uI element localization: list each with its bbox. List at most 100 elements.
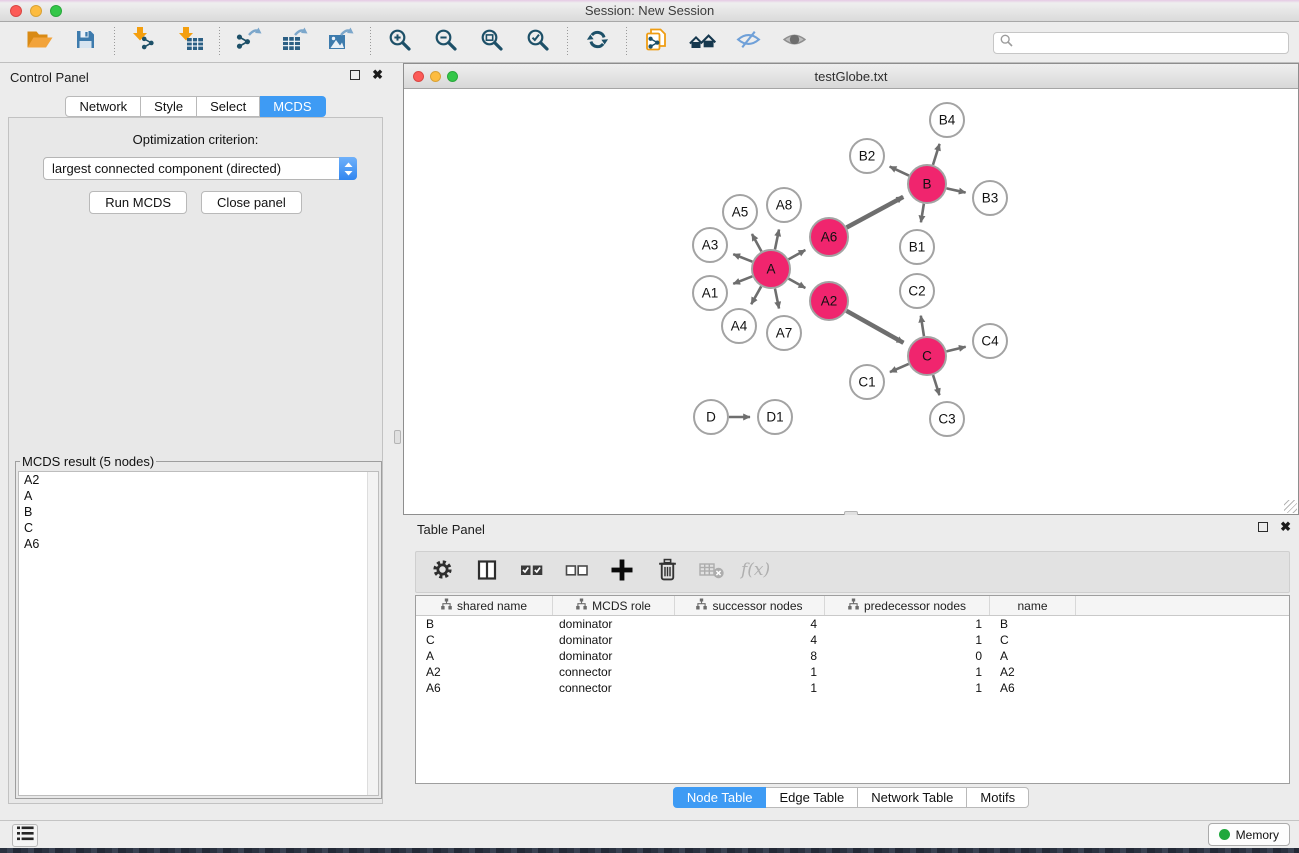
node-A4[interactable]: A4 xyxy=(722,309,756,343)
delete-table-button[interactable] xyxy=(698,558,726,586)
node-A[interactable]: A xyxy=(752,250,790,288)
edge-B-B1[interactable] xyxy=(921,204,924,223)
zoom-selected-button[interactable] xyxy=(521,27,555,57)
edge-B-B4[interactable] xyxy=(933,144,940,165)
table-tab-node-table[interactable]: Node Table xyxy=(673,787,767,808)
table-row[interactable]: Cdominator41C xyxy=(416,632,1289,648)
edge-C-C3[interactable] xyxy=(933,375,939,395)
home-network-button[interactable] xyxy=(685,27,719,57)
edge-A-A2[interactable] xyxy=(789,279,806,288)
save-button[interactable] xyxy=(68,27,102,57)
node-D[interactable]: D xyxy=(694,400,728,434)
float-panel-icon[interactable] xyxy=(350,70,360,80)
node-C3[interactable]: C3 xyxy=(930,402,964,436)
edge-B-B3[interactable] xyxy=(947,188,966,192)
show-details-button[interactable] xyxy=(777,27,811,57)
import-table-button[interactable] xyxy=(173,27,207,57)
result-item-a6[interactable]: A6 xyxy=(19,536,378,552)
zoom-in-button[interactable] xyxy=(383,27,417,57)
table-row[interactable]: A6connector11A6 xyxy=(416,680,1289,696)
edge-C-C4[interactable] xyxy=(946,347,965,352)
edge-C-C1[interactable] xyxy=(890,364,909,372)
tab-style[interactable]: Style xyxy=(141,96,197,117)
column-header-shared-name[interactable]: shared name xyxy=(416,596,553,615)
delete-button[interactable] xyxy=(653,558,681,586)
table-tab-edge-table[interactable]: Edge Table xyxy=(766,787,858,808)
close-panel-icon[interactable]: ✖ xyxy=(372,70,383,80)
result-scrollbar[interactable] xyxy=(367,472,378,795)
table-tab-motifs[interactable]: Motifs xyxy=(967,787,1029,808)
node-B2[interactable]: B2 xyxy=(850,139,884,173)
select-all-button[interactable] xyxy=(518,558,546,586)
edge-A-A5[interactable] xyxy=(752,234,762,251)
table-row[interactable]: A2connector11A2 xyxy=(416,664,1289,680)
close-table-panel-icon[interactable]: ✖ xyxy=(1280,522,1291,532)
node-A3[interactable]: A3 xyxy=(693,228,727,262)
edge-A-A6[interactable] xyxy=(789,250,806,259)
resize-grip[interactable] xyxy=(1284,500,1297,513)
run-mcds-button[interactable]: Run MCDS xyxy=(89,191,187,214)
result-item-a[interactable]: A xyxy=(19,488,378,504)
memory-button[interactable]: Memory xyxy=(1208,823,1290,846)
export-image-button[interactable] xyxy=(324,27,358,57)
import-network-button[interactable] xyxy=(127,27,161,57)
edge-A-A8[interactable] xyxy=(775,229,779,249)
network-graph-canvas[interactable]: B4 B2 B B3 B1 A5 A8 A6 A3 A A1 A2 C2 A4 A7 C C4 C1 C3 D D1 xyxy=(404,89,1298,514)
node-D1[interactable]: D1 xyxy=(758,400,792,434)
node-A7[interactable]: A7 xyxy=(767,316,801,350)
columns-button[interactable] xyxy=(473,558,501,586)
function-button[interactable]: f(x) xyxy=(743,558,771,586)
edge-A-A4[interactable] xyxy=(751,286,761,304)
task-history-button[interactable] xyxy=(12,824,38,847)
column-header-name[interactable]: name xyxy=(990,596,1076,615)
export-network-button[interactable] xyxy=(232,27,266,57)
table-row[interactable]: Adominator80A xyxy=(416,648,1289,664)
edge-A6-B[interactable] xyxy=(847,197,904,228)
add-button[interactable] xyxy=(608,558,636,586)
table-tab-network-table[interactable]: Network Table xyxy=(858,787,967,808)
node-B4[interactable]: B4 xyxy=(930,103,964,137)
unselect-all-button[interactable] xyxy=(563,558,591,586)
float-table-panel-icon[interactable] xyxy=(1258,522,1268,532)
table-row[interactable]: Bdominator41B xyxy=(416,616,1289,632)
node-C[interactable]: C xyxy=(908,337,946,375)
edge-A-A7[interactable] xyxy=(775,289,779,309)
vertical-divider-handle[interactable] xyxy=(394,430,401,444)
node-B[interactable]: B xyxy=(908,165,946,203)
open-folder-button[interactable] xyxy=(22,27,56,57)
result-item-b[interactable]: B xyxy=(19,504,378,520)
criterion-dropdown[interactable]: largest connected component (directed) xyxy=(43,157,357,180)
node-A5[interactable]: A5 xyxy=(723,195,757,229)
search-input[interactable] xyxy=(1017,36,1288,50)
column-header-predecessor-nodes[interactable]: predecessor nodes xyxy=(825,596,990,615)
node-B1[interactable]: B1 xyxy=(900,230,934,264)
column-header-successor-nodes[interactable]: successor nodes xyxy=(675,596,825,615)
tab-select[interactable]: Select xyxy=(197,96,260,117)
node-C1[interactable]: C1 xyxy=(850,365,884,399)
result-item-c[interactable]: C xyxy=(19,520,378,536)
export-table-button[interactable] xyxy=(278,27,312,57)
zoom-out-button[interactable] xyxy=(429,27,463,57)
node-C2[interactable]: C2 xyxy=(900,274,934,308)
node-A8[interactable]: A8 xyxy=(767,188,801,222)
node-C4[interactable]: C4 xyxy=(973,324,1007,358)
node-A6[interactable]: A6 xyxy=(810,218,848,256)
edge-A2-C[interactable] xyxy=(846,311,903,343)
node-A2[interactable]: A2 xyxy=(810,282,848,320)
node-B3[interactable]: B3 xyxy=(973,181,1007,215)
column-header-mcds-role[interactable]: MCDS role xyxy=(553,596,675,615)
tab-mcds[interactable]: MCDS xyxy=(260,96,325,117)
tab-network[interactable]: Network xyxy=(65,96,141,117)
hide-details-button[interactable] xyxy=(731,27,765,57)
clone-network-button[interactable] xyxy=(639,27,673,57)
refresh-button[interactable] xyxy=(580,27,614,57)
close-panel-button[interactable]: Close panel xyxy=(201,191,302,214)
edge-A-A3[interactable] xyxy=(733,254,752,262)
edge-A-A1[interactable] xyxy=(733,276,752,284)
edge-C-C2[interactable] xyxy=(921,316,924,337)
node-A1[interactable]: A1 xyxy=(693,276,727,310)
edge-B-B2[interactable] xyxy=(890,167,909,176)
result-item-a2[interactable]: A2 xyxy=(19,472,378,488)
zoom-fit-button[interactable] xyxy=(475,27,509,57)
gear-button[interactable] xyxy=(428,558,456,586)
